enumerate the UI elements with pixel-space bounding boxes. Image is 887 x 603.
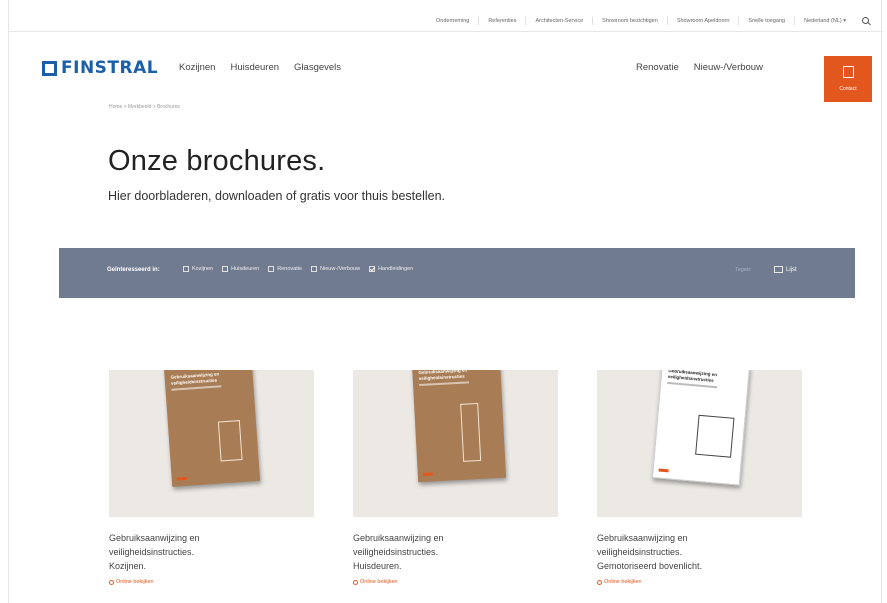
finstral-logo[interactable]: FINSTRAL bbox=[42, 58, 158, 78]
nav-item-kozijnen[interactable]: Kozijnen bbox=[179, 62, 215, 73]
utility-links: Onderneming Referenties Architecten-Serv… bbox=[427, 16, 871, 26]
filter-option-label: Renovatie bbox=[277, 266, 303, 272]
view-online-link[interactable]: Online bekijken bbox=[109, 579, 314, 585]
filter-options: Kozijnen Huisdeuren Renovatie Nieuw-/Ver… bbox=[183, 266, 422, 272]
card-title[interactable]: Gebruiksaanwijzing en veiligheidsinstruc… bbox=[353, 531, 558, 573]
cover-logo-mark bbox=[176, 476, 187, 481]
checkbox-icon[interactable] bbox=[222, 266, 229, 272]
cover-divider bbox=[667, 381, 718, 389]
list-view-icon bbox=[774, 266, 783, 273]
card-title-line: veiligheidsinstructies. bbox=[597, 547, 683, 557]
card-title-line: Gebruiksaanwijzing en bbox=[109, 533, 200, 543]
door-outline-icon bbox=[460, 402, 482, 462]
skylight-outline-icon bbox=[695, 414, 735, 458]
search-icon[interactable] bbox=[861, 16, 871, 26]
page-subtitle: Hier doorbladeren, downloaden of gratis … bbox=[108, 189, 446, 203]
cover-divider bbox=[419, 381, 470, 387]
brochure-cover-kozijnen: Gebruiksaanwijzing en veiligheidsinstruc… bbox=[163, 370, 261, 487]
checkbox-icon[interactable] bbox=[268, 266, 275, 272]
nav-item-huisdeuren[interactable]: Huisdeuren bbox=[230, 62, 279, 73]
card-title-line: Gebruiksaanwijzing en bbox=[353, 533, 444, 543]
utility-link-showroom[interactable]: Showroom bezichtigen bbox=[592, 17, 667, 25]
brochure-card[interactable]: Gebruiksaanwijzing en veiligheidsinstruc… bbox=[597, 370, 802, 585]
filter-option-handleidingen[interactable]: Handleidingen bbox=[369, 266, 413, 272]
card-title[interactable]: Gebruiksaanwijzing en veiligheidsinstruc… bbox=[597, 531, 802, 573]
utility-link-architecten[interactable]: Architecten-Service bbox=[525, 17, 592, 25]
nav-item-glasgevels[interactable]: Glasgevels bbox=[294, 62, 341, 73]
card-title[interactable]: Gebruiksaanwijzing en veiligheidsinstruc… bbox=[109, 531, 314, 573]
eye-icon bbox=[109, 579, 114, 585]
checkbox-icon[interactable] bbox=[183, 266, 189, 272]
card-title-line: veiligheidsinstructies. bbox=[109, 547, 195, 557]
window-outline-icon bbox=[217, 420, 243, 462]
filter-option-renovatie[interactable]: Renovatie bbox=[268, 266, 302, 272]
view-online-link[interactable]: Online bekijken bbox=[353, 579, 558, 585]
checkbox-checked-icon[interactable] bbox=[369, 266, 376, 272]
checkbox-icon[interactable] bbox=[311, 266, 318, 272]
brochure-cover-bovenlicht: Gebruiksaanwijzing en veiligheidsinstruc… bbox=[651, 370, 751, 486]
country-selector[interactable]: Nederland (NL) ▾ bbox=[794, 17, 855, 25]
brochure-card[interactable]: Gebruiksaanwijzing en veiligheidsinstruc… bbox=[109, 370, 314, 585]
cover-logo-mark bbox=[658, 468, 669, 473]
card-title-line: Kozijnen. bbox=[109, 561, 147, 571]
view-online-label: Online bekijken bbox=[360, 579, 398, 585]
nav-item-renovatie[interactable]: Renovatie bbox=[636, 62, 679, 73]
filter-option-kozijnen[interactable]: Kozijnen bbox=[183, 266, 213, 272]
view-online-label: Online bekijken bbox=[116, 579, 154, 585]
cover-divider bbox=[171, 385, 222, 391]
brochure-card[interactable]: Gebruiksaanwijzing en veiligheidsinstruc… bbox=[353, 370, 558, 585]
filter-option-label: Handleidingen bbox=[378, 266, 414, 272]
utility-bar: Onderneming Referenties Architecten-Serv… bbox=[9, 12, 883, 32]
cover-logo-mark bbox=[422, 472, 433, 476]
utility-link-onderneming[interactable]: Onderneming bbox=[427, 17, 478, 25]
brochure-cover-huisdeuren: Gebruiksaanwijzing en veiligheidsinstruc… bbox=[411, 370, 507, 483]
utility-link-quick-access[interactable]: Snelle toegang bbox=[738, 17, 794, 25]
eye-icon bbox=[597, 579, 602, 585]
page-title: Onze brochures. bbox=[108, 145, 326, 177]
card-title-line: veiligheidsinstructies. bbox=[353, 547, 439, 557]
view-tiles-toggle[interactable]: Tegels bbox=[735, 267, 751, 273]
nav-item-nieuwbouw[interactable]: Nieuw-/Verbouw bbox=[694, 62, 763, 73]
filter-option-label: Huisdeuren bbox=[231, 266, 260, 272]
eye-icon bbox=[353, 579, 358, 585]
breadcrumb[interactable]: Home > Merkbeeld > Brochures bbox=[109, 104, 180, 110]
main-nav: Kozijnen Huisdeuren Glasgevels bbox=[179, 62, 356, 73]
filter-label: Geïnteresseerd in: bbox=[107, 267, 160, 273]
filter-bar: Geïnteresseerd in: Kozijnen Huisdeuren R… bbox=[59, 248, 855, 298]
secondary-nav: Renovatie Nieuw-/Verbouw bbox=[636, 62, 778, 73]
view-list-label: Lijst bbox=[786, 266, 797, 273]
utility-link-showroom-apeldoorn[interactable]: Showroom Apeldoorn bbox=[666, 17, 739, 25]
logo-text: FINSTRAL bbox=[61, 58, 159, 78]
cover-title: Gebruiksaanwijzing en veiligheidsinstruc… bbox=[418, 370, 468, 381]
page-frame: Onderneming Referenties Architecten-Serv… bbox=[8, 0, 883, 603]
brochure-image[interactable]: Gebruiksaanwijzing en veiligheidsinstruc… bbox=[597, 370, 802, 517]
logo-square-icon bbox=[42, 60, 57, 76]
contact-icon bbox=[842, 66, 854, 78]
filter-option-huisdeuren[interactable]: Huisdeuren bbox=[222, 266, 259, 272]
utility-link-referenties[interactable]: Referenties bbox=[478, 17, 525, 25]
view-list-toggle[interactable]: Lijst bbox=[774, 266, 797, 273]
cover-title: Gebruiksaanwijzing en veiligheidsinstruc… bbox=[170, 371, 220, 386]
contact-label: Contact bbox=[839, 86, 857, 92]
card-title-line: Gebruiksaanwijzing en bbox=[597, 533, 688, 543]
card-title-line: Gemotoriseerd bovenlicht. bbox=[597, 561, 703, 571]
brochure-image[interactable]: Gebruiksaanwijzing en veiligheidsinstruc… bbox=[109, 370, 314, 517]
view-online-label: Online bekijken bbox=[604, 579, 642, 585]
card-title-line: Huisdeuren. bbox=[353, 561, 402, 571]
filter-option-label: Kozijnen bbox=[192, 266, 214, 272]
filter-option-label: Nieuw-/Verbouw bbox=[320, 266, 361, 272]
contact-button[interactable]: Contact bbox=[824, 56, 872, 102]
view-online-link[interactable]: Online bekijken bbox=[597, 579, 802, 585]
filter-option-nieuwbouw[interactable]: Nieuw-/Verbouw bbox=[311, 266, 360, 272]
brochure-image[interactable]: Gebruiksaanwijzing en veiligheidsinstruc… bbox=[353, 370, 558, 517]
